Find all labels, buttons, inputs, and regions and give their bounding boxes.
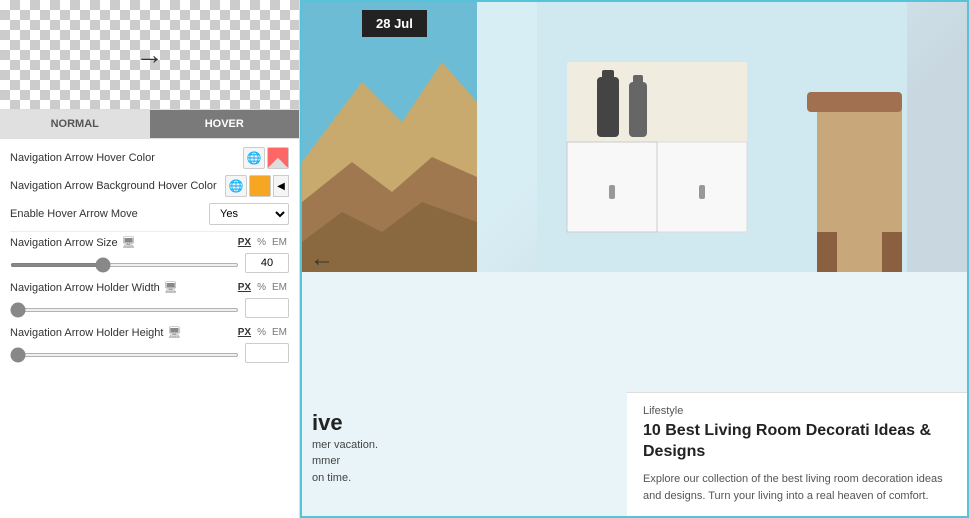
furniture-image — [477, 2, 967, 272]
arrow-preview-area: → — [0, 0, 299, 110]
nav-arrow-size-label: Navigation Arrow Size 🖥 — [10, 236, 236, 249]
tab-hover[interactable]: HOVER — [150, 110, 300, 138]
tab-toggle-row: NORMAL HOVER — [0, 110, 299, 139]
nav-arrow-size-slider[interactable] — [10, 263, 239, 267]
article-title: 10 Best Living Room Decorati Ideas & Des… — [643, 421, 951, 463]
bg-hover-color-swatch[interactable] — [249, 175, 271, 197]
tab-normal[interactable]: NORMAL — [0, 110, 150, 138]
hover-settings: Navigation Arrow Hover Color 🌐 Navigatio… — [0, 139, 299, 379]
hover-color-swatch[interactable] — [267, 147, 289, 169]
unit-pct-height[interactable]: % — [255, 326, 268, 339]
monitor-icon-height: 🖥 — [167, 326, 181, 339]
nav-arrow-hover-color-row: Navigation Arrow Hover Color 🌐 — [10, 147, 289, 169]
nav-arrow-size-row: Navigation Arrow Size 🖥 PX % EM — [10, 236, 289, 249]
preview-arrow: → — [136, 39, 164, 71]
preview-panel: 28 Jul — [300, 0, 969, 518]
nav-arrow-size-slider-container — [10, 256, 239, 270]
unit-em-size[interactable]: EM — [270, 236, 289, 249]
nav-arrow-holder-height-row: Navigation Arrow Holder Height 🖥 PX % EM — [10, 326, 289, 339]
nav-arrow-holder-height-input[interactable] — [245, 343, 289, 363]
nav-arrow-hover-color-controls: 🌐 — [243, 147, 289, 169]
unit-px-width[interactable]: PX — [236, 281, 253, 294]
enable-hover-arrow-move-label: Enable Hover Arrow Move — [10, 207, 205, 221]
nav-arrow-hover-color-label: Navigation Arrow Hover Color — [10, 151, 239, 165]
nav-arrow-bg-hover-color-label: Navigation Arrow Background Hover Color — [10, 179, 221, 193]
rocky-svg — [302, 2, 477, 272]
unit-px-height[interactable]: PX — [236, 326, 253, 339]
live-label: ive — [312, 410, 343, 436]
monitor-icon-size: 🖥 — [122, 236, 136, 249]
holder-height-units: PX % EM — [236, 326, 289, 339]
settings-panel: → NORMAL HOVER Navigation Arrow Hover Co… — [0, 0, 300, 518]
collapse-btn[interactable]: ◀ — [273, 175, 289, 197]
divider-1 — [10, 231, 289, 232]
monitor-icon-width: 🖥 — [164, 281, 178, 294]
nav-arrow-bg-hover-color-row: Navigation Arrow Background Hover Color … — [10, 175, 289, 197]
unit-em-height[interactable]: EM — [270, 326, 289, 339]
nav-arrow-holder-width-slider[interactable] — [10, 308, 239, 312]
article-category: Lifestyle — [643, 405, 951, 417]
article-section: Lifestyle 10 Best Living Room Decorati I… — [627, 392, 967, 516]
nav-arrow-holder-height-slider-row — [10, 343, 289, 363]
unit-pct-size[interactable]: % — [255, 236, 268, 249]
globe-icon-bg[interactable]: 🌐 — [225, 175, 247, 197]
nav-arrow-holder-width-label: Navigation Arrow Holder Width 🖥 — [10, 281, 236, 294]
nav-arrow-left-button[interactable]: ← — [310, 245, 334, 273]
nav-arrow-holder-height-slider-container — [10, 346, 239, 360]
nav-arrow-size-input[interactable] — [245, 253, 289, 273]
furniture-svg — [477, 2, 967, 272]
arrow-size-units: PX % EM — [236, 236, 289, 249]
nav-arrow-holder-width-row: Navigation Arrow Holder Width 🖥 PX % EM — [10, 281, 289, 294]
nav-arrow-holder-height-slider[interactable] — [10, 353, 239, 357]
nav-arrow-holder-height-label: Navigation Arrow Holder Height 🖥 — [10, 326, 236, 339]
image-row — [302, 2, 967, 272]
nav-arrow-holder-width-slider-container — [10, 301, 239, 315]
nav-arrow-holder-width-slider-row — [10, 298, 289, 318]
holder-width-units: PX % EM — [236, 281, 289, 294]
unit-em-width[interactable]: EM — [270, 281, 289, 294]
enable-hover-arrow-move-select[interactable]: Yes No — [209, 203, 289, 225]
article-text: Explore our collection of the best livin… — [643, 471, 951, 504]
nav-arrow-holder-width-input[interactable] — [245, 298, 289, 318]
enable-hover-arrow-move-row: Enable Hover Arrow Move Yes No — [10, 203, 289, 225]
nav-arrow-size-slider-row — [10, 253, 289, 273]
bottom-text-snippet: mer vacation. mmer on time. — [312, 437, 378, 487]
unit-pct-width[interactable]: % — [255, 281, 268, 294]
date-badge: 28 Jul — [362, 10, 427, 37]
unit-px-size[interactable]: PX — [236, 236, 253, 249]
nav-arrow-bg-hover-color-controls: 🌐 ◀ — [225, 175, 289, 197]
rocky-image — [302, 2, 477, 272]
globe-icon[interactable]: 🌐 — [243, 147, 265, 169]
